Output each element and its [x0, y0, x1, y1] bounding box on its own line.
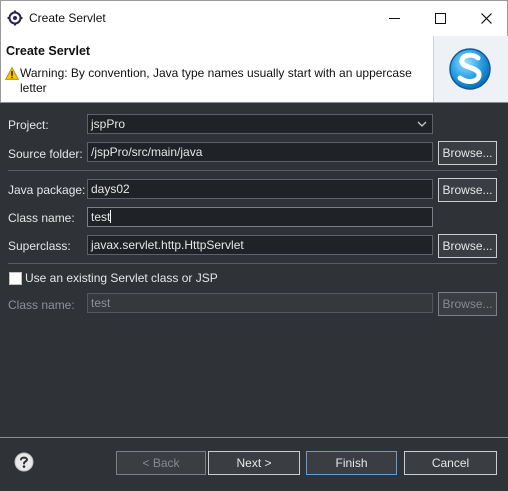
wizard-banner: Create Servlet Warning: By convention, J… [0, 36, 508, 102]
chevron-down-icon [417, 121, 427, 127]
minimize-icon [388, 18, 400, 19]
text-caret [110, 210, 112, 223]
browse-label: Browse... [442, 297, 493, 311]
java-package-browse-button[interactable]: Browse... [438, 178, 497, 202]
existing-class-name-label: Class name: [8, 298, 75, 312]
banner-title: Create Servlet [6, 44, 91, 58]
maximize-icon [434, 13, 446, 24]
warning-triangle-icon [5, 67, 19, 80]
help-question-icon[interactable] [14, 452, 34, 472]
next-button[interactable]: Next > [208, 451, 300, 475]
class-name-value: test [91, 210, 111, 224]
back-button[interactable]: < Back [116, 451, 206, 475]
finish-button[interactable]: Finish [306, 451, 397, 475]
back-label: < Back [142, 456, 180, 470]
project-combo[interactable]: jspPro [87, 114, 433, 134]
class-name-label: Class name: [8, 211, 75, 225]
java-package-field[interactable]: days02 [87, 179, 433, 199]
browse-label: Browse... [442, 239, 493, 253]
eclipse-gear-icon [7, 10, 23, 26]
banner-divider [0, 102, 508, 103]
superclass-browse-button[interactable]: Browse... [438, 234, 497, 258]
java-package-label: Java package: [8, 183, 86, 197]
section-divider [8, 263, 497, 264]
section-divider [8, 170, 497, 171]
cancel-button[interactable]: Cancel [404, 451, 497, 475]
use-existing-label[interactable]: Use an existing Servlet class or JSP [25, 271, 218, 285]
warning-message: Warning: By convention, Java type names … [20, 66, 412, 95]
browse-label: Browse... [442, 146, 493, 160]
source-folder-field[interactable]: /jspPro/src/main/java [87, 142, 433, 162]
finish-label: Finish [335, 456, 368, 470]
servlet-s-logo-icon [449, 48, 491, 90]
project-label: Project: [8, 118, 49, 132]
existing-class-name-field[interactable]: test [87, 293, 433, 313]
cancel-label: Cancel [431, 456, 470, 470]
maximize-button[interactable] [417, 1, 463, 36]
next-label: Next > [236, 456, 272, 470]
superclass-field[interactable]: javax.servlet.http.HttpServlet [87, 235, 433, 255]
minimize-button[interactable] [371, 1, 417, 36]
source-folder-browse-button[interactable]: Browse... [438, 141, 497, 165]
footer-divider [0, 437, 508, 438]
class-name-field[interactable]: test [87, 207, 433, 227]
banner-logo [433, 36, 508, 102]
browse-label: Browse... [442, 183, 493, 197]
title-bar: Create Servlet [0, 0, 508, 36]
superclass-label: Superclass: [8, 239, 71, 253]
existing-class-browse-button[interactable]: Browse... [438, 292, 497, 316]
project-value: jspPro [91, 117, 126, 131]
window-title: Create Servlet [29, 11, 106, 25]
source-folder-label: Source folder: [8, 147, 83, 161]
close-button[interactable] [463, 1, 508, 36]
close-icon [480, 13, 492, 24]
use-existing-checkbox[interactable] [9, 272, 22, 285]
